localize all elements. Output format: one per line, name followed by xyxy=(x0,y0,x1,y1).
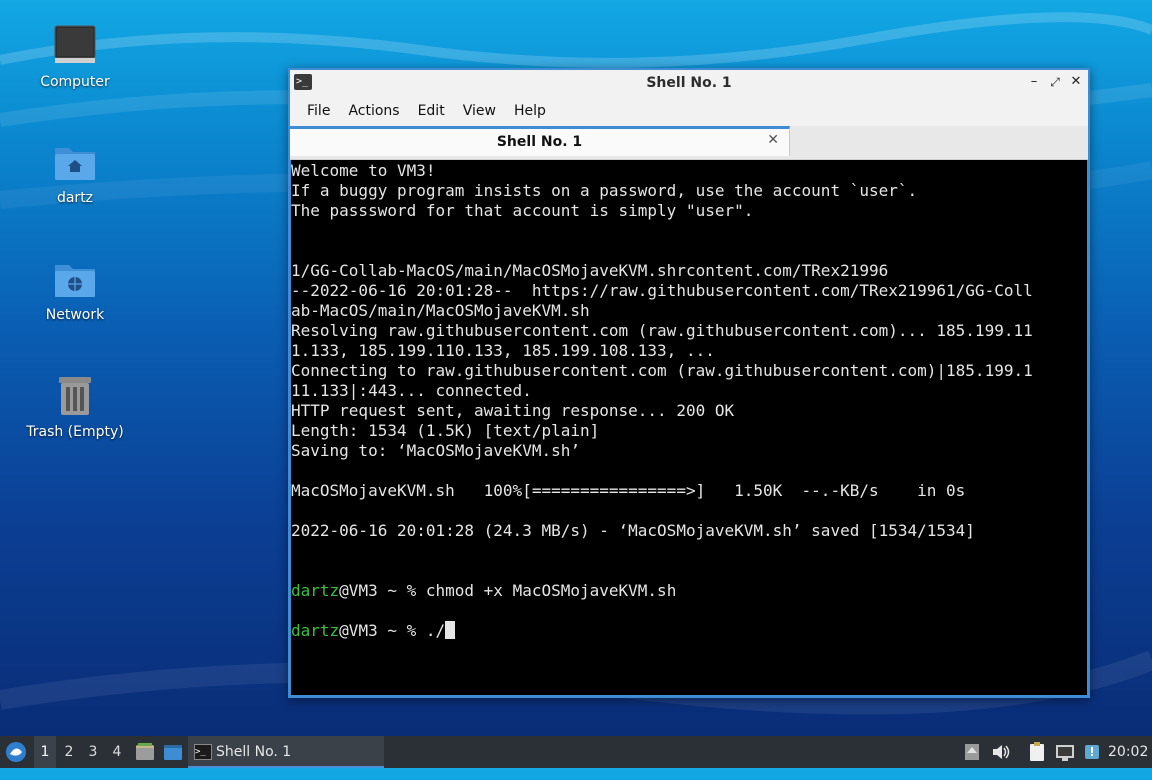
menu-view[interactable]: View xyxy=(454,96,505,126)
desktop-icon-label: Network xyxy=(45,307,105,323)
terminal-output[interactable]: Welcome to VM3! If a buggy program insis… xyxy=(291,160,1087,695)
terminal-line: 1.133, 185.199.110.133, 185.199.108.133,… xyxy=(291,341,715,360)
terminal-line: Saving to: ‘MacOSMojaveKVM.sh’ xyxy=(291,441,580,460)
maximize-button[interactable]: ⤢ xyxy=(1047,74,1063,90)
volume-icon[interactable] xyxy=(990,736,1012,768)
terminal-icon: >_ xyxy=(194,744,212,760)
terminal-line: ab-MacOS/main/MacOSMojaveKVM.sh xyxy=(291,301,590,320)
network-folder-icon xyxy=(51,255,99,303)
workspace-2[interactable]: 2 xyxy=(58,736,80,768)
terminal-line: Length: 1534 (1.5K) [text/plain] xyxy=(291,421,600,440)
terminal-line: Welcome to VM3! xyxy=(291,161,436,180)
minimize-button[interactable]: – xyxy=(1026,74,1042,90)
file-manager-icon[interactable] xyxy=(134,736,156,768)
home-folder-icon xyxy=(51,138,99,186)
show-desktop-icon[interactable] xyxy=(162,736,184,768)
menubar: File Actions Edit View Help xyxy=(290,96,1088,126)
trash-icon xyxy=(51,372,99,420)
terminal-line: The passsword for that account is simply… xyxy=(291,201,754,220)
prompt-user: dartz xyxy=(291,581,340,600)
desktop-icon-trash[interactable]: Trash (Empty) xyxy=(20,372,130,440)
close-button[interactable]: ✕ xyxy=(1068,74,1084,90)
tab-shell-1[interactable]: Shell No. 1 ✕ xyxy=(290,126,790,156)
menu-actions[interactable]: Actions xyxy=(339,96,408,126)
desktop-icon-label: Trash (Empty) xyxy=(26,424,124,440)
workspace-4[interactable]: 4 xyxy=(106,736,128,768)
clipboard-icon[interactable] xyxy=(1026,736,1048,768)
desktop-icon-label: dartz xyxy=(56,190,94,206)
desktop-icon-network[interactable]: Network xyxy=(20,255,130,323)
clock[interactable]: 20:02 xyxy=(1108,736,1148,768)
menu-file[interactable]: File xyxy=(298,96,339,126)
workspace-3[interactable]: 3 xyxy=(82,736,104,768)
lubuntu-menu-icon[interactable] xyxy=(4,736,28,768)
text-cursor xyxy=(445,621,456,639)
menu-help[interactable]: Help xyxy=(505,96,555,126)
prompt-command: @VM3 ~ % chmod +x MacOSMojaveKVM.sh xyxy=(339,581,677,600)
terminal-line: MacOSMojaveKVM.sh 100%[================>… xyxy=(291,481,966,500)
terminal-window[interactable]: >_ Shell No. 1 – ⤢ ✕ File Actions Edit V… xyxy=(288,68,1090,698)
window-title: Shell No. 1 xyxy=(646,75,732,91)
menu-edit[interactable]: Edit xyxy=(409,96,454,126)
tab-close-icon[interactable]: ✕ xyxy=(767,132,779,148)
desktop-icon-computer[interactable]: Computer xyxy=(20,22,130,90)
prompt-command: @VM3 ~ % ./ xyxy=(339,621,446,640)
terminal-line: Connecting to raw.githubusercontent.com … xyxy=(291,361,1033,380)
network-icon[interactable] xyxy=(1054,736,1076,768)
terminal-line: Resolving raw.githubusercontent.com (raw… xyxy=(291,321,1033,340)
computer-icon xyxy=(51,22,99,70)
task-label: Shell No. 1 xyxy=(216,744,292,760)
updates-icon[interactable] xyxy=(962,736,982,768)
terminal-line: --2022-06-16 20:01:28-- https://raw.gith… xyxy=(291,281,1033,300)
desktop-icon-home[interactable]: dartz xyxy=(20,138,130,206)
terminal-line: 2022-06-16 20:01:28 (24.3 MB/s) - ‘MacOS… xyxy=(291,521,975,540)
notification-icon[interactable] xyxy=(1082,736,1102,768)
tab-label: Shell No. 1 xyxy=(496,134,583,150)
taskbar-task-shell[interactable]: >_ Shell No. 1 xyxy=(188,736,384,768)
prompt-line: dartz@VM3 ~ % chmod +x MacOSMojaveKVM.sh xyxy=(291,581,1087,601)
taskbar: 1 2 3 4 >_ Shell No. 1 20:02 xyxy=(0,736,1152,768)
desktop-icon-label: Computer xyxy=(40,74,110,90)
prompt-line-current: dartz@VM3 ~ % ./ xyxy=(291,621,1087,641)
terminal-line: 11.133|:443... connected. xyxy=(291,381,532,400)
prompt-user: dartz xyxy=(291,621,340,640)
terminal-line: If a buggy program insists on a password… xyxy=(291,181,918,200)
window-titlebar[interactable]: >_ Shell No. 1 – ⤢ ✕ xyxy=(290,70,1088,96)
workspace-1[interactable]: 1 xyxy=(34,736,56,768)
terminal-line: 1/GG-Collab-MacOS/main/MacOSMojaveKVM.sh… xyxy=(291,261,889,280)
tab-bar: Shell No. 1 ✕ xyxy=(290,126,1088,160)
terminal-line: HTTP request sent, awaiting response... … xyxy=(291,401,735,420)
